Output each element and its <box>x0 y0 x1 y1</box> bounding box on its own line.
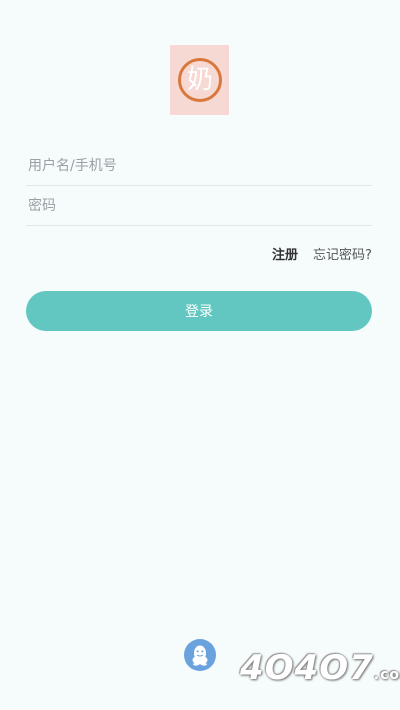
register-link[interactable]: 注册 <box>272 244 298 263</box>
site-watermark: 4O4O7.com <box>240 648 400 688</box>
logo-ring: 奶 <box>178 58 222 102</box>
logo-character: 奶 <box>186 65 213 95</box>
watermark-suffix: .com <box>373 667 400 683</box>
app-logo: 奶 <box>170 45 229 115</box>
qq-icon <box>192 645 208 666</box>
forgot-password-link[interactable]: 忘记密码? <box>313 244 372 263</box>
username-input[interactable] <box>26 147 372 186</box>
password-input[interactable] <box>26 187 372 226</box>
watermark-main: 4O4O7 <box>240 648 374 688</box>
login-button[interactable]: 登录 <box>26 291 372 331</box>
qq-login-button[interactable] <box>184 639 216 671</box>
